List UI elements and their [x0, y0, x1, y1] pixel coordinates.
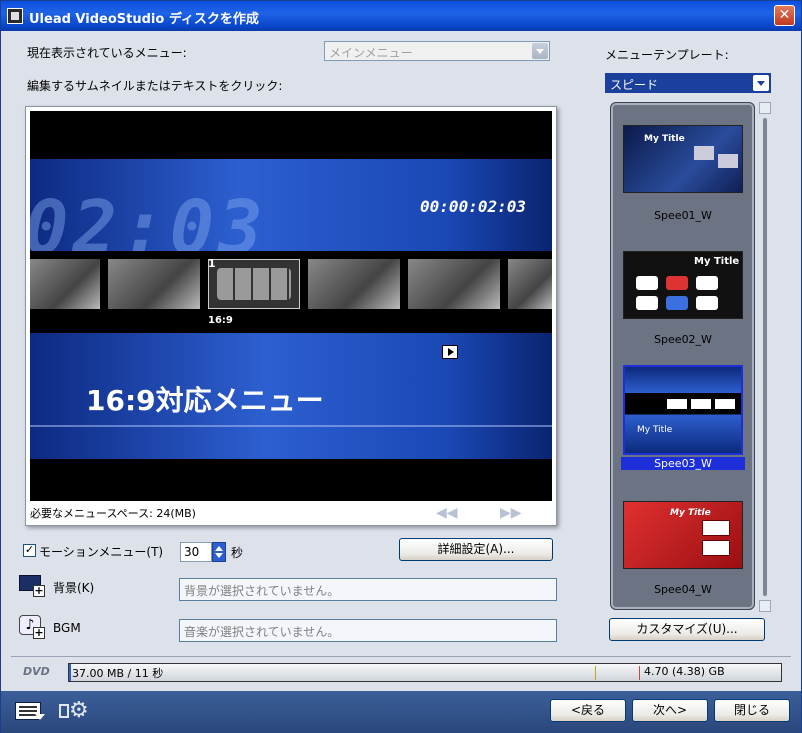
scroll-up-icon[interactable] — [759, 102, 771, 114]
menu-space-text: 必要なメニュースペース: 24(MB) — [30, 507, 196, 520]
current-menu-select[interactable]: メインメニュー — [324, 41, 550, 61]
spin-down-icon[interactable] — [215, 553, 223, 558]
background-field[interactable]: 背景が選択されていません。 — [179, 578, 557, 601]
current-menu-value: メインメニュー — [329, 46, 413, 60]
thumbnail-number: 1 — [208, 257, 216, 270]
preview-canvas: 02:03 00:00:02:03 1 16:9 16:9対応メニュー — [30, 111, 552, 501]
chapter-thumbnail[interactable] — [408, 259, 500, 309]
capacity-marker — [639, 666, 640, 680]
chapter-thumbnail[interactable] — [108, 259, 200, 309]
menu-preview[interactable]: 02:03 00:00:02:03 1 16:9 16:9対応メニュー 必要なメ… — [25, 106, 557, 526]
preview-big-digits: 02:03 — [30, 185, 267, 251]
back-button[interactable]: <戻る — [550, 699, 626, 722]
motion-seconds-input[interactable]: 30 — [180, 542, 212, 562]
template-label: メニューテンプレート: — [605, 48, 729, 62]
previous-page-icon[interactable]: ◀◀ — [436, 505, 458, 521]
chevron-down-icon — [532, 43, 548, 59]
template-thumbnail: My Title — [623, 251, 743, 319]
background-label: 背景(K) — [53, 581, 95, 595]
thumbnail-caption[interactable]: 16:9 — [208, 315, 233, 326]
close-icon[interactable]: ✕ — [774, 5, 795, 26]
capacity-marker — [595, 666, 596, 680]
title-bar: Ulead VideoStudio ディスクを作成 ✕ — [1, 1, 801, 31]
background-add-icon[interactable]: + — [19, 573, 45, 597]
scroll-down-icon[interactable] — [759, 600, 771, 612]
chapter-thumbnail[interactable] — [30, 259, 100, 309]
capacity-fill — [69, 664, 71, 681]
settings-gear-icon[interactable]: ⚙ — [59, 700, 91, 724]
bgm-add-icon[interactable]: ♪ + — [19, 615, 45, 639]
seconds-unit: 秒 — [231, 546, 244, 560]
scroll-track[interactable] — [763, 118, 767, 596]
chapter-thumbnail[interactable] — [308, 259, 400, 309]
template-thumbnail: My Title — [623, 501, 743, 569]
preview-menu-title[interactable]: 16:9対応メニュー — [86, 379, 324, 419]
bgm-field[interactable]: 音楽が選択されていません。 — [179, 619, 557, 642]
footer-bar: ⚙ <戻る 次へ> 閉じる — [1, 691, 801, 733]
motion-menu-checkbox[interactable]: ✓ — [23, 544, 36, 557]
template-category-select[interactable]: スピード — [605, 73, 771, 93]
disc-type-label: DVD — [23, 665, 50, 678]
disc-capacity-bar: 37.00 MB / 11 秒 4.70 (4.38) GB — [68, 663, 782, 682]
next-page-icon[interactable]: ▶▶ — [500, 505, 522, 521]
play-icon[interactable] — [442, 345, 458, 359]
bgm-label: BGM — [53, 621, 81, 635]
chapter-thumbnail-selected[interactable] — [208, 259, 300, 309]
template-scrollbar[interactable] — [758, 102, 772, 612]
template-thumbnail: My Title — [623, 125, 743, 193]
preview-thumbnail-strip — [30, 251, 552, 331]
seconds-spinner[interactable] — [212, 542, 226, 562]
template-thumbnail: My Title — [623, 365, 743, 455]
app-icon — [7, 8, 23, 24]
playlist-icon[interactable] — [15, 700, 47, 724]
spin-up-icon[interactable] — [215, 546, 223, 551]
template-name: Spee04_W — [654, 583, 712, 596]
chevron-down-icon — [753, 75, 769, 91]
template-name: Spee01_W — [654, 209, 712, 222]
current-menu-label: 現在表示されているメニュー: — [27, 46, 187, 60]
divider — [30, 425, 552, 427]
create-disc-window: Ulead VideoStudio ディスクを作成 ✕ 現在表示されているメニュ… — [0, 0, 802, 733]
instruction-text: 編集するサムネイルまたはテキストをクリック: — [27, 79, 283, 93]
capacity-total-text: 4.70 (4.38) GB — [644, 665, 725, 678]
capacity-used-text: 37.00 MB / 11 秒 — [72, 667, 164, 680]
template-name: Spee03_W — [621, 457, 745, 470]
next-button[interactable]: 次へ> — [632, 699, 708, 722]
divider — [11, 656, 791, 657]
preview-bottom-band: 16:9対応メニュー — [30, 333, 552, 459]
preview-top-band: 02:03 00:00:02:03 — [30, 159, 552, 251]
chapter-thumbnail[interactable] — [508, 259, 552, 309]
template-category-value: スピード — [610, 78, 659, 92]
preview-timecode[interactable]: 00:00:02:03 — [420, 197, 526, 216]
close-button[interactable]: 閉じる — [714, 699, 790, 722]
customize-button[interactable]: カスタマイズ(U)... — [609, 618, 765, 641]
template-name: Spee02_W — [654, 333, 712, 346]
advanced-settings-button[interactable]: 詳細設定(A)... — [399, 538, 553, 561]
window-title: Ulead VideoStudio ディスクを作成 — [29, 12, 259, 27]
template-list: My Title Spee01_W My Title Spee02_W My T… — [610, 102, 755, 610]
motion-menu-label[interactable]: モーションメニュー(T) — [39, 543, 163, 560]
